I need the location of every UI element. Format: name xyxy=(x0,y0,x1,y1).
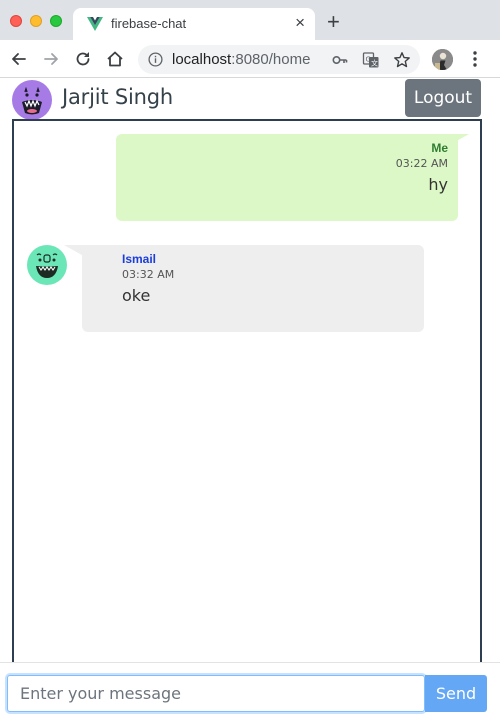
message-text: hy xyxy=(428,175,448,194)
message-sender: Me xyxy=(431,141,448,155)
browser-tab[interactable]: firebase-chat × xyxy=(73,8,315,40)
send-button[interactable]: Send xyxy=(425,675,487,712)
zoom-window-button[interactable] xyxy=(50,15,62,27)
profile-avatar-icon[interactable] xyxy=(432,49,453,70)
message-sender: Ismail xyxy=(122,252,157,266)
message-time: 03:22 AM xyxy=(395,157,448,170)
message-input[interactable] xyxy=(7,675,425,712)
minimize-window-button[interactable] xyxy=(30,15,42,27)
tab-close-icon[interactable]: × xyxy=(295,14,305,32)
user-avatar xyxy=(12,80,52,120)
contact-avatar xyxy=(27,245,67,285)
message-composer: Send xyxy=(0,662,500,723)
chat-app: Jarjit Singh Logout Me 03:22 AM hy Ismai… xyxy=(0,79,500,723)
vue-logo-icon xyxy=(87,17,103,31)
key-icon[interactable] xyxy=(331,51,349,69)
app-header: Jarjit Singh Logout xyxy=(0,79,500,120)
logout-button[interactable]: Logout xyxy=(405,79,481,117)
info-icon[interactable] xyxy=(148,52,163,67)
arrow-right-icon[interactable] xyxy=(41,49,61,69)
message-bubble-contact: Ismail 03:32 AM oke xyxy=(82,245,424,332)
star-icon[interactable] xyxy=(393,51,411,69)
tab-title: firebase-chat xyxy=(111,16,187,31)
home-icon[interactable] xyxy=(105,49,125,69)
translate-icon[interactable]: G 文 xyxy=(362,51,380,69)
chat-messages-area[interactable]: Me 03:22 AM hy Ismail 03:32 AM oke xyxy=(12,119,482,665)
url-host: localhost xyxy=(172,51,232,68)
new-tab-button[interactable]: + xyxy=(327,11,340,33)
browser-tabstrip: firebase-chat × + xyxy=(0,0,500,40)
url-text: localhost:8080/home xyxy=(172,51,310,68)
svg-text:文: 文 xyxy=(371,59,378,68)
reload-icon[interactable] xyxy=(73,49,93,69)
header-user-name: Jarjit Singh xyxy=(62,85,173,109)
message-text: oke xyxy=(122,286,151,305)
arrow-left-icon[interactable] xyxy=(9,49,29,69)
message-bubble-own: Me 03:22 AM hy xyxy=(116,134,458,221)
address-bar[interactable]: localhost:8080/home G 文 xyxy=(138,45,420,74)
kebab-menu-icon[interactable] xyxy=(470,49,480,69)
browser-toolbar: localhost:8080/home G 文 xyxy=(0,40,500,78)
url-path: :8080/home xyxy=(231,51,311,68)
close-window-button[interactable] xyxy=(10,15,22,27)
message-time: 03:32 AM xyxy=(122,268,175,281)
